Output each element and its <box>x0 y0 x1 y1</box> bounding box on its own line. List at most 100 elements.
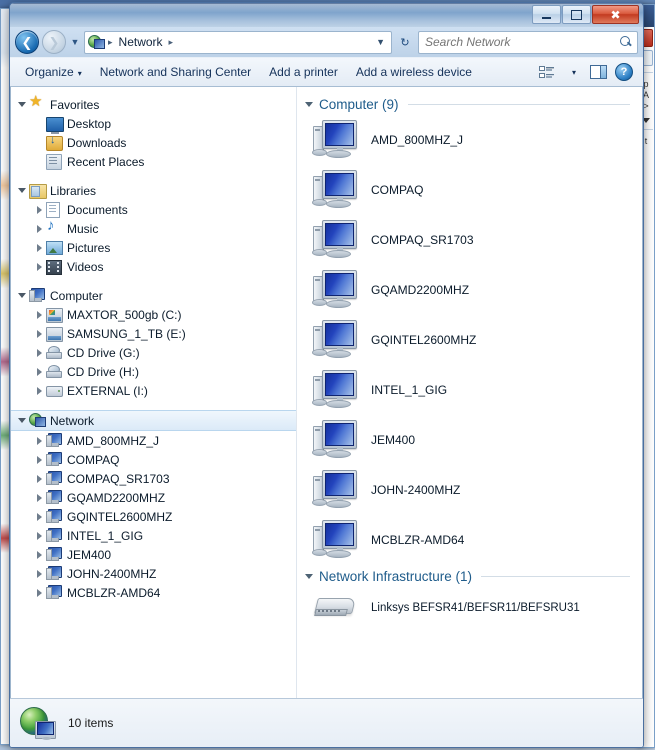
content-item-intel-1-gig[interactable]: INTEL_1_GIG <box>297 365 642 415</box>
sidebar-item-label: GQINTEL2600MHZ <box>67 509 173 524</box>
external-drive-icon <box>46 383 63 399</box>
expander-icon[interactable] <box>15 414 29 428</box>
sidebar-item-external-i-[interactable]: EXTERNAL (I:) <box>11 381 296 400</box>
help-button[interactable]: ? <box>613 62 635 82</box>
sidebar-group-libraries[interactable]: Libraries <box>11 181 296 200</box>
expander-icon[interactable] <box>32 241 46 255</box>
network-icon <box>29 412 46 429</box>
expander-icon[interactable] <box>15 289 29 303</box>
content-item-gqintel2600mhz[interactable]: GQINTEL2600MHZ <box>297 315 642 365</box>
minimize-button[interactable] <box>532 5 561 24</box>
sidebar-item-recent-places[interactable]: Recent Places <box>11 152 296 171</box>
content-item-linksys-befsr41-befsr11-befsru31[interactable]: Linksys BEFSR41/BEFSR11/BEFSRU31 <box>297 587 642 629</box>
sidebar-item-intel-1-gig[interactable]: INTEL_1_GIG <box>11 526 296 545</box>
expander-icon[interactable] <box>32 203 46 217</box>
collapse-icon[interactable] <box>305 101 313 107</box>
expander-icon[interactable] <box>32 491 46 505</box>
forward-button[interactable]: ❯ <box>42 30 66 54</box>
sidebar-item-cd-drive-g-[interactable]: CD Drive (G:) <box>11 343 296 362</box>
system-drive-icon <box>46 307 63 323</box>
sidebar-item-compaq[interactable]: COMPAQ <box>11 450 296 469</box>
navigation-pane[interactable]: Favorites Desktop Downloads Recent Places Li… <box>11 87 297 698</box>
history-dropdown-button[interactable]: ▼ <box>69 31 81 53</box>
sidebar-item-gqamd2200mhz[interactable]: GQAMD2200MHZ <box>11 488 296 507</box>
expander-icon[interactable] <box>32 472 46 486</box>
expander-icon[interactable] <box>32 384 46 398</box>
expander-icon[interactable] <box>32 308 46 322</box>
sidebar-item-label: INTEL_1_GIG <box>67 528 144 543</box>
sidebar-item-downloads[interactable]: Downloads <box>11 133 296 152</box>
content-item-compaq-sr1703[interactable]: COMPAQ_SR1703 <box>297 215 642 265</box>
expander-icon[interactable] <box>32 510 46 524</box>
expander-icon[interactable] <box>15 184 29 198</box>
sidebar-item-jem400[interactable]: JEM400 <box>11 545 296 564</box>
sidebar-item-samsung-1-tb-e-[interactable]: SAMSUNG_1_TB (E:) <box>11 324 296 343</box>
collapse-icon[interactable] <box>305 573 313 579</box>
expander-icon[interactable] <box>32 434 46 448</box>
sidebar-item-music[interactable]: Music <box>11 218 296 238</box>
sidebar-item-label: Downloads <box>67 135 127 150</box>
sidebar-group-computer[interactable]: Computer <box>11 286 296 305</box>
expander-icon[interactable] <box>32 453 46 467</box>
breadcrumb-separator[interactable]: ▸ <box>169 37 174 48</box>
content-item-mcblzr-amd64[interactable]: MCBLZR-AMD64 <box>297 515 642 565</box>
expander-icon[interactable] <box>32 260 46 274</box>
expander-icon[interactable] <box>32 327 46 341</box>
content-item-john-2400mhz[interactable]: JOHN-2400MHZ <box>297 465 642 515</box>
computer-icon <box>311 269 359 311</box>
change-view-button[interactable] <box>535 62 557 82</box>
sidebar-item-label: MCBLZR-AMD64 <box>67 585 161 600</box>
address-dropdown-icon[interactable]: ▼ <box>376 37 388 47</box>
sidebar-item-cd-drive-h-[interactable]: CD Drive (H:) <box>11 362 296 381</box>
sidebar-group-network[interactable]: Network <box>11 410 296 431</box>
search-box[interactable] <box>418 30 638 54</box>
sidebar-item-desktop[interactable]: Desktop <box>11 114 296 134</box>
computer-node-icon <box>46 508 63 525</box>
expander-icon[interactable] <box>32 529 46 543</box>
expander-icon[interactable] <box>32 567 46 581</box>
content-item-compaq[interactable]: COMPAQ <box>297 165 642 215</box>
search-input[interactable] <box>423 34 620 50</box>
content-item-label: AMD_800MHZ_J <box>371 133 464 147</box>
organize-button[interactable]: Organize ▾ <box>16 61 91 83</box>
sidebar-item-maxtor-500gb-c-[interactable]: MAXTOR_500gb (C:) <box>11 305 296 324</box>
content-group-header[interactable]: Network Infrastructure (1) <box>297 565 642 587</box>
back-button[interactable]: ❮ <box>15 30 39 54</box>
sidebar-item-amd-800mhz-j[interactable]: AMD_800MHZ_J <box>11 431 296 450</box>
network-sharing-center-button[interactable]: Network and Sharing Center <box>91 61 260 83</box>
maximize-button[interactable] <box>562 5 591 24</box>
add-printer-button[interactable]: Add a printer <box>260 61 347 83</box>
content-pane[interactable]: Computer (9) AMD_800MHZ_J COMPAQ COMPAQ_SR1… <box>297 87 642 698</box>
sidebar-item-gqintel2600mhz[interactable]: GQINTEL2600MHZ <box>11 507 296 526</box>
content-group-header[interactable]: Computer (9) <box>297 93 642 115</box>
add-wireless-device-button[interactable]: Add a wireless device <box>347 61 481 83</box>
sidebar-item-label: Documents <box>67 202 128 217</box>
content-item-gqamd2200mhz[interactable]: GQAMD2200MHZ <box>297 265 642 315</box>
sidebar-item-mcblzr-amd64[interactable]: MCBLZR-AMD64 <box>11 583 296 602</box>
expander-icon[interactable] <box>32 346 46 360</box>
content-item-label: Linksys BEFSR41/BEFSR11/BEFSRU31 <box>371 602 580 614</box>
sidebar-item-label: CD Drive (G:) <box>67 345 140 360</box>
computer-node-icon <box>46 565 63 582</box>
expander-icon[interactable] <box>15 98 29 112</box>
refresh-button[interactable]: ↻ <box>395 32 415 53</box>
expander-icon[interactable] <box>32 222 46 236</box>
sidebar-item-videos[interactable]: Videos <box>11 257 296 276</box>
address-input[interactable]: ▸ Network ▸ ▼ <box>84 30 392 54</box>
view-dropdown-button[interactable]: ▾ <box>561 62 583 82</box>
expander-icon[interactable] <box>32 586 46 600</box>
expander-icon[interactable] <box>32 365 46 379</box>
preview-pane-button[interactable] <box>587 62 609 82</box>
cd-drive-icon <box>46 345 63 361</box>
sidebar-item-compaq-sr1703[interactable]: COMPAQ_SR1703 <box>11 469 296 488</box>
sidebar-item-john-2400mhz[interactable]: JOHN-2400MHZ <box>11 564 296 583</box>
close-button[interactable]: ✖ <box>592 5 639 24</box>
content-item-jem400[interactable]: JEM400 <box>297 415 642 465</box>
content-item-amd-800mhz-j[interactable]: AMD_800MHZ_J <box>297 115 642 165</box>
sidebar-item-pictures[interactable]: Pictures <box>11 238 296 257</box>
breadcrumb-network[interactable]: Network <box>116 34 166 50</box>
group-divider <box>481 575 630 577</box>
sidebar-group-favorites[interactable]: Favorites <box>11 94 296 114</box>
expander-icon[interactable] <box>32 548 46 562</box>
